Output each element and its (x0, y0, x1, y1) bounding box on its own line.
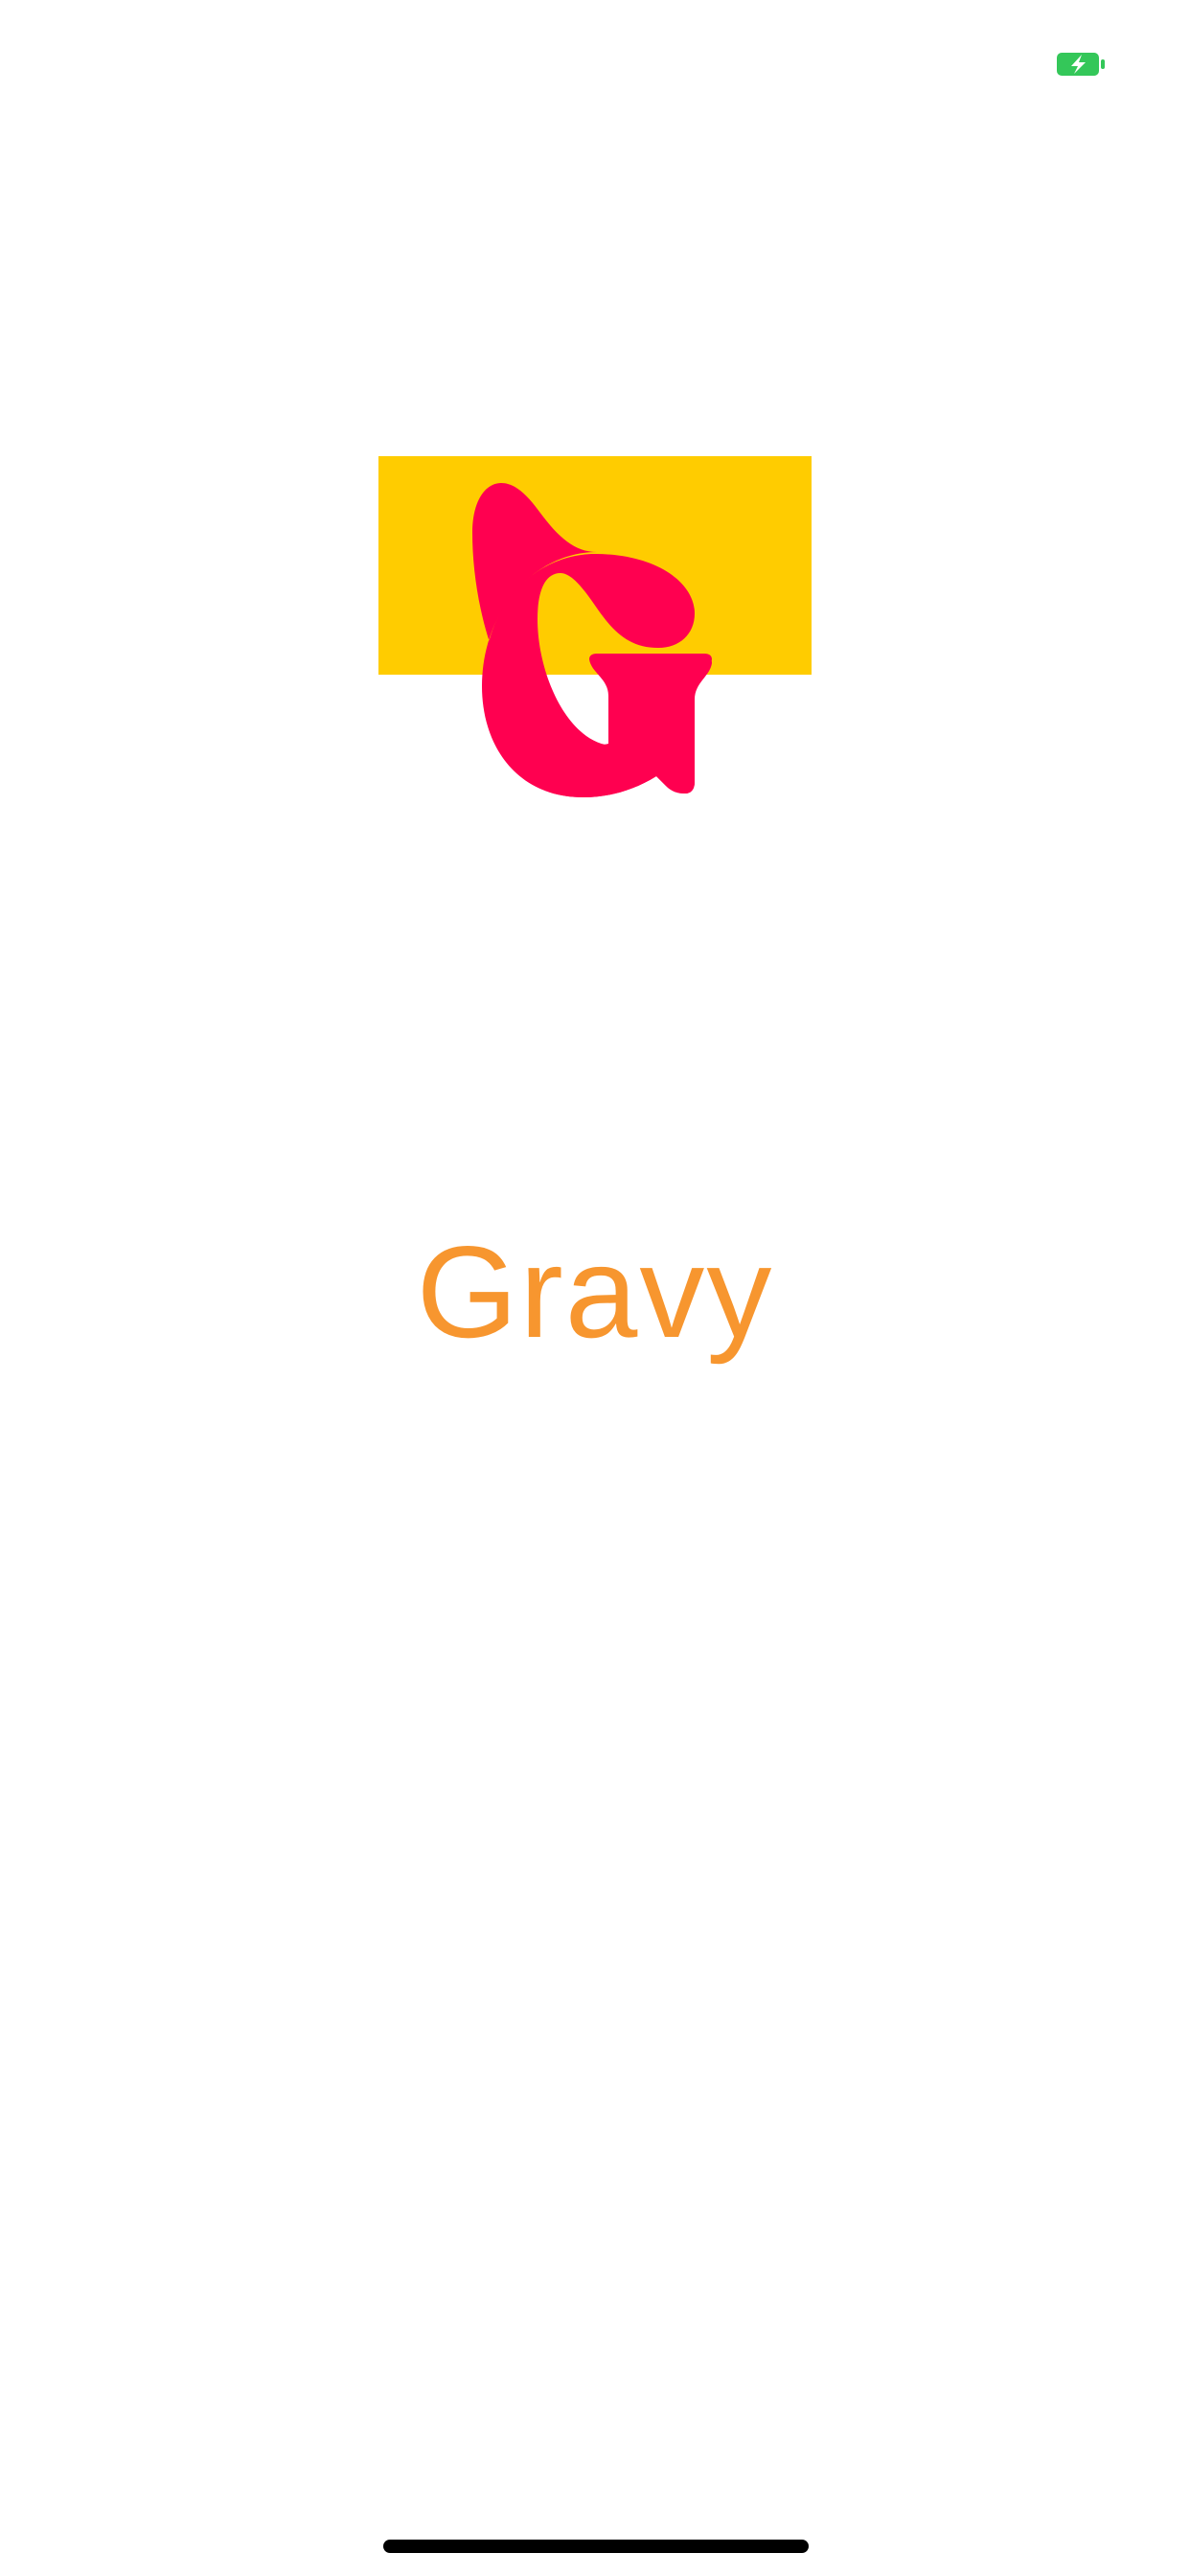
gravy-logo-icon (378, 456, 812, 797)
battery-charging-icon (1057, 53, 1105, 76)
status-bar (0, 0, 1190, 126)
home-indicator[interactable] (383, 2540, 809, 2553)
splash-screen: Gravy (0, 0, 1190, 2576)
app-wordmark: Gravy (416, 1219, 774, 1365)
